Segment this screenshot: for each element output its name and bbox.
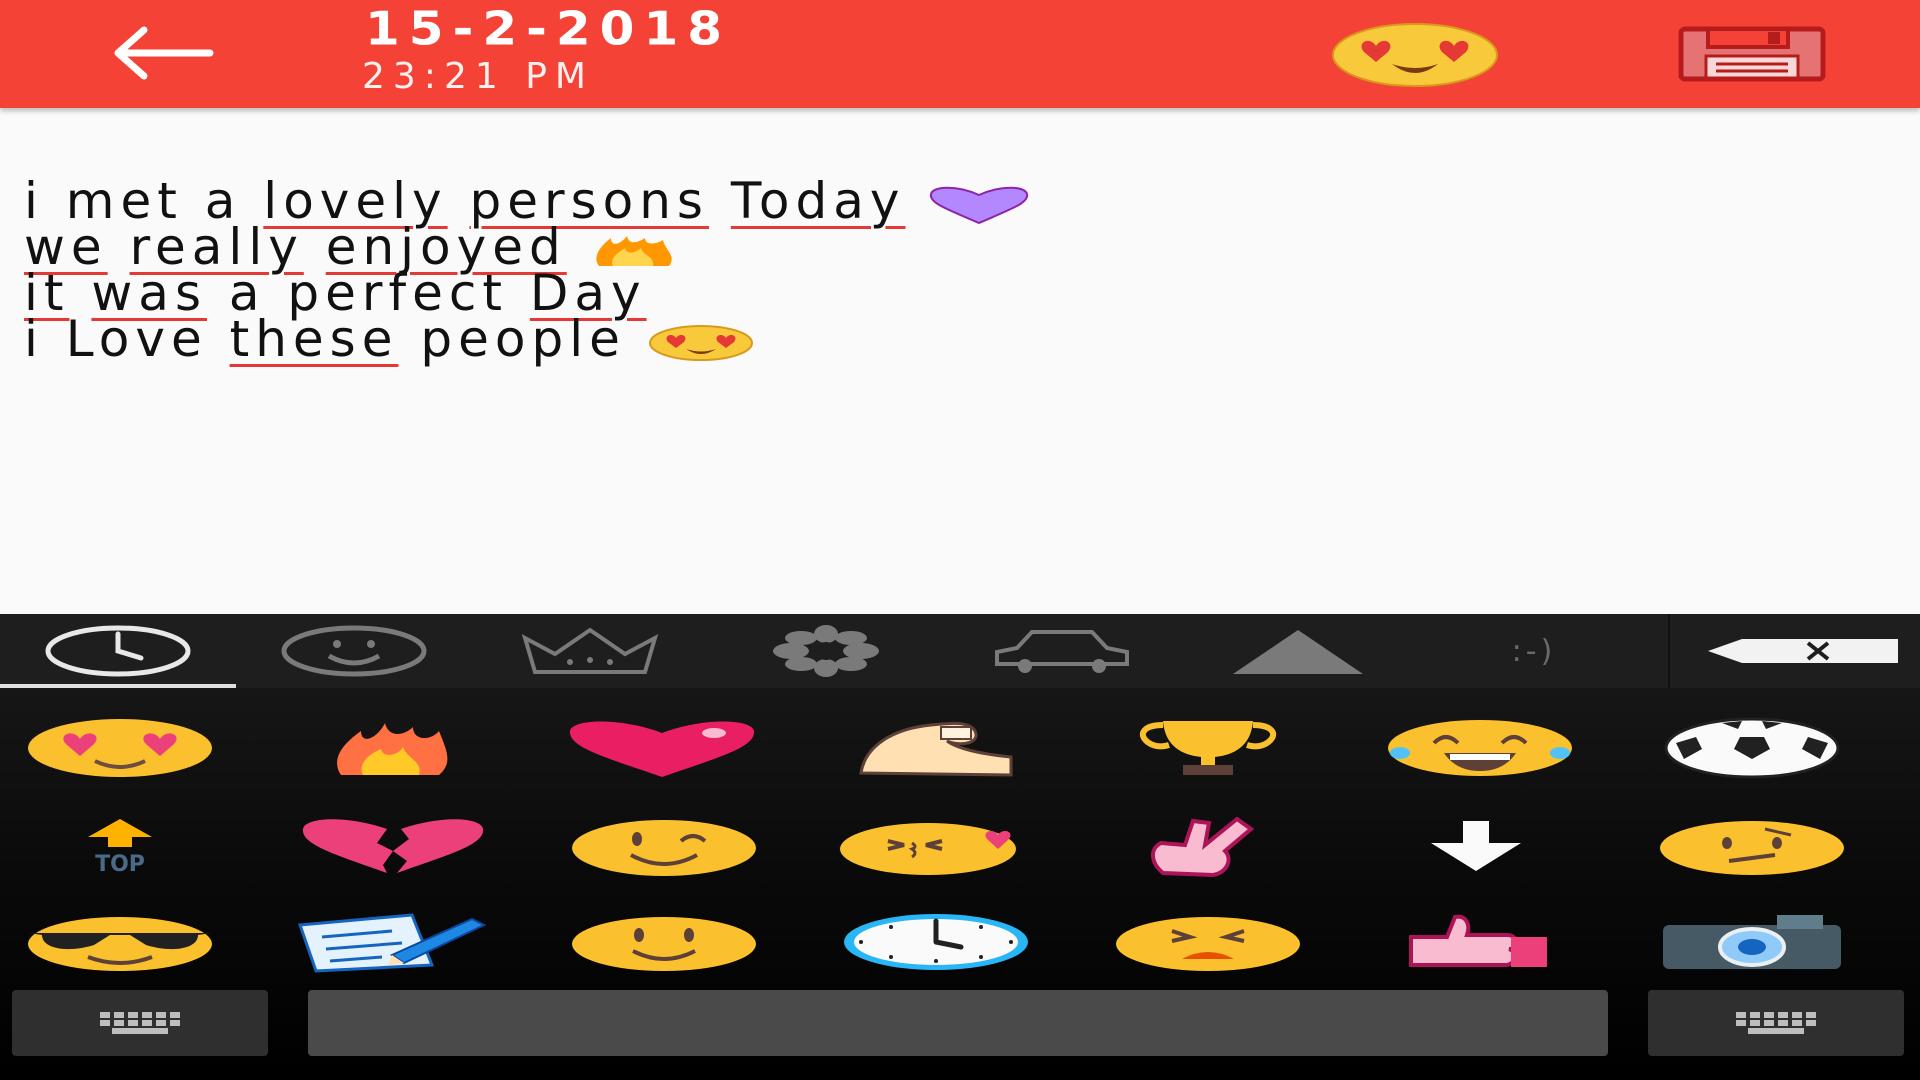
- mood-button[interactable]: [1330, 22, 1500, 88]
- tab-recent[interactable]: [0, 614, 236, 688]
- victory-hand-icon: [1151, 816, 1255, 877]
- emoji-category-bar: :-): [0, 614, 1920, 688]
- heart-eyes-emoji-icon: [648, 324, 753, 361]
- heart-eyes-icon: [28, 719, 212, 777]
- soccer-ball-icon: [1664, 717, 1840, 779]
- switch-keyboard-right-button[interactable]: [1648, 990, 1904, 1056]
- memo-icon: [297, 913, 487, 973]
- note-text: [709, 172, 731, 230]
- heart-eyes-emoji-icon: [1332, 23, 1498, 87]
- misspelled-word[interactable]: Today: [731, 172, 906, 230]
- back-button[interactable]: [110, 22, 220, 84]
- emoji-pink-heart[interactable]: [562, 708, 762, 788]
- switch-keyboard-left-button[interactable]: [12, 990, 268, 1056]
- tears-of-joy-icon: [1388, 720, 1572, 776]
- down-arrow-icon: [1431, 821, 1521, 871]
- fire-icon: [337, 723, 448, 775]
- note-editor[interactable]: i met a lovely persons Today we really e…: [24, 176, 1884, 364]
- pink-heart-icon: [569, 721, 755, 777]
- note-text: i Love: [24, 310, 230, 368]
- emoji-victory-hand[interactable]: [1108, 806, 1308, 886]
- winking-face-icon: [572, 820, 756, 876]
- keyboard-icon: [100, 1012, 180, 1034]
- arrow-left-icon: [114, 26, 214, 80]
- triangle-icon: [1233, 630, 1363, 674]
- smiley-icon: [281, 625, 427, 677]
- emoji-down-arrow[interactable]: [1376, 806, 1576, 886]
- note-line-4: i Love these people: [24, 314, 1884, 364]
- floppy-disk-icon: [1678, 26, 1826, 82]
- thumbs-up-icon: [1409, 914, 1547, 967]
- emoji-flexed-biceps[interactable]: [836, 708, 1036, 788]
- emoji-memo[interactable]: [292, 902, 492, 982]
- tab-nature[interactable]: [708, 614, 944, 688]
- emoji-kissing-heart[interactable]: [836, 806, 1036, 886]
- top-arrow-icon: TOP: [88, 819, 152, 877]
- emoji-confused-face[interactable]: [1652, 806, 1852, 886]
- top-label: TOP: [95, 852, 145, 877]
- fire-emoji-icon: [596, 235, 672, 266]
- sunglasses-face-icon: [28, 917, 212, 971]
- flexed-biceps-icon: [859, 721, 1013, 777]
- emoji-trophy[interactable]: [1108, 708, 1308, 788]
- tab-symbols[interactable]: [1180, 614, 1416, 688]
- app-bar: 15-2-2018 23:21 PM: [0, 0, 1920, 108]
- emoji-camera[interactable]: [1652, 902, 1852, 982]
- backspace-icon: [1708, 639, 1898, 663]
- confused-face-icon: [1660, 821, 1844, 875]
- camera-icon: [1663, 915, 1841, 969]
- emoji-persevering-face[interactable]: [1108, 902, 1308, 982]
- save-button[interactable]: [1678, 26, 1826, 82]
- smiling-face-icon: [572, 917, 756, 971]
- entry-time[interactable]: 23:21 PM: [362, 56, 594, 97]
- car-icon: [995, 630, 1129, 673]
- space-bar[interactable]: [308, 990, 1608, 1056]
- misspelled-word[interactable]: these: [230, 310, 399, 368]
- backspace-key[interactable]: [1684, 614, 1920, 688]
- emoji-heart-eyes[interactable]: [20, 708, 220, 788]
- emoji-broken-heart[interactable]: [292, 806, 492, 886]
- flower-icon: [773, 625, 879, 677]
- tab-places[interactable]: [944, 614, 1180, 688]
- clock-icon: [844, 914, 1028, 970]
- recent-clock-icon: [45, 625, 191, 677]
- persevering-face-icon: [1116, 917, 1300, 971]
- emoji-soccer-ball[interactable]: [1652, 708, 1852, 788]
- tab-objects[interactable]: [472, 614, 708, 688]
- trophy-icon: [1139, 721, 1277, 775]
- tab-smileys[interactable]: [236, 614, 472, 688]
- crown-icon: [521, 627, 659, 674]
- emoji-thumbs-up[interactable]: [1376, 902, 1576, 982]
- broken-heart-icon: [302, 819, 484, 873]
- tab-emoticons[interactable]: :-): [1416, 614, 1652, 688]
- emoji-smiling-face[interactable]: [564, 902, 764, 982]
- keyboard-icon: [1736, 1012, 1816, 1034]
- note-text: [905, 172, 927, 230]
- entry-date[interactable]: 15-2-2018: [365, 2, 731, 55]
- emoticon-label: :-): [1511, 633, 1557, 669]
- emoji-sunglasses-face[interactable]: [20, 902, 220, 982]
- note-text: people: [398, 310, 648, 368]
- purple-heart-emoji-icon: [930, 186, 1029, 224]
- emoji-tears-of-joy[interactable]: [1380, 708, 1580, 788]
- emoji-fire[interactable]: [292, 708, 492, 788]
- emoji-top-arrow[interactable]: TOP: [20, 806, 220, 886]
- emoji-clock[interactable]: [836, 902, 1036, 982]
- category-divider: [1668, 614, 1670, 688]
- emoji-winking-face[interactable]: [564, 806, 764, 886]
- kissing-heart-icon: [840, 823, 1016, 875]
